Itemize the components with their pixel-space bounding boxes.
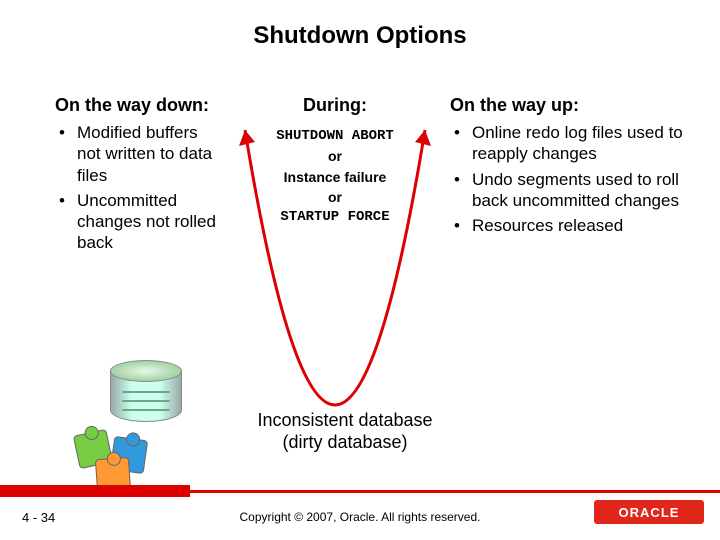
- col-on-the-way-down: On the way down: Modified buffers not wr…: [55, 95, 225, 258]
- col-right-list: Online redo log files used to reapply ch…: [450, 122, 690, 236]
- inconsistent-db-label: Inconsistent database (dirty database): [220, 410, 470, 453]
- during-line: SHUTDOWN ABORT: [235, 126, 435, 146]
- during-line: or: [235, 187, 435, 207]
- during-stack: SHUTDOWN ABORT or Instance failure or ST…: [235, 126, 435, 227]
- inconsistent-line2: (dirty database): [282, 432, 407, 452]
- inconsistent-line1: Inconsistent database: [257, 410, 432, 430]
- slide-body: On the way down: Modified buffers not wr…: [0, 95, 720, 475]
- col-during: During: SHUTDOWN ABORT or Instance failu…: [235, 95, 435, 227]
- col-left-list: Modified buffers not written to data fil…: [55, 122, 225, 254]
- list-item: Resources released: [450, 215, 690, 236]
- slide-title: Shutdown Options: [0, 0, 720, 50]
- slide-footer: 4 - 34 Copyright © 2007, Oracle. All rig…: [0, 490, 720, 540]
- during-line: Instance failure: [235, 167, 435, 187]
- list-item: Undo segments used to roll back uncommit…: [450, 169, 690, 212]
- col-left-heading: On the way down:: [55, 95, 225, 116]
- database-puzzle-icon: [70, 360, 210, 490]
- footer-divider: [0, 490, 720, 493]
- during-line: STARTUP FORCE: [235, 207, 435, 227]
- during-line: or: [235, 146, 435, 166]
- oracle-logo: ORACLE: [594, 500, 704, 524]
- list-item: Modified buffers not written to data fil…: [55, 122, 225, 186]
- oracle-logo-text: ORACLE: [619, 505, 680, 520]
- col-right-heading: On the way up:: [450, 95, 690, 116]
- col-mid-heading: During:: [235, 95, 435, 116]
- list-item: Online redo log files used to reapply ch…: [450, 122, 690, 165]
- list-item: Uncommitted changes not rolled back: [55, 190, 225, 254]
- col-on-the-way-up: On the way up: Online redo log files use…: [450, 95, 690, 240]
